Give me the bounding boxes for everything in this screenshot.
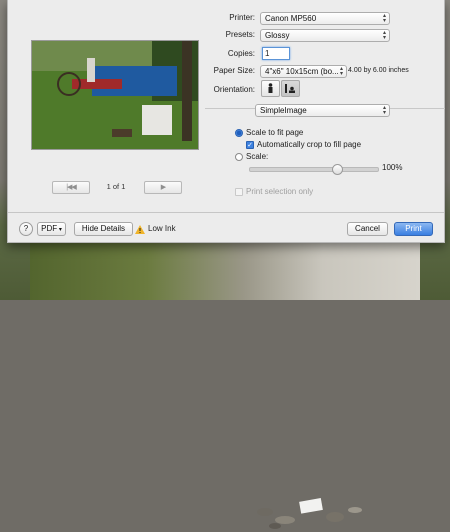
page-count-label: 1 of 1	[106, 182, 126, 191]
scale-slider[interactable]	[249, 164, 379, 175]
printer-label: Printer:	[229, 13, 255, 22]
pdf-menu-button[interactable]: PDF ▾	[37, 222, 66, 236]
popup-arrows-icon: ▴ ▾	[382, 30, 386, 41]
app-options-popup[interactable]: SimpleImage ▴ ▾	[255, 104, 390, 117]
printer-value: Canon MP560	[265, 14, 317, 23]
scale-to-fit-label: Scale to fit page	[246, 128, 304, 137]
first-page-icon: |◀◀	[66, 184, 77, 191]
first-page-button[interactable]: |◀◀	[52, 181, 90, 194]
presets-popup[interactable]: Glossy ▴ ▾	[260, 29, 390, 42]
cancel-button[interactable]: Cancel	[347, 222, 388, 236]
scale-label: Scale:	[246, 152, 269, 161]
print-selection-checkbox	[235, 188, 243, 196]
background-rocks	[257, 498, 362, 529]
pdf-label: PDF	[41, 224, 58, 233]
scale-value: 100%	[382, 163, 403, 172]
preview-photo	[32, 41, 198, 149]
help-button[interactable]: ?	[19, 222, 33, 236]
portrait-icon	[268, 83, 273, 93]
popup-arrows-icon: ▴ ▾	[382, 13, 386, 24]
scale-to-fit-radio[interactable]	[235, 129, 243, 137]
background-photo-visible-strip	[30, 242, 420, 529]
auto-crop-checkbox[interactable]: ✓	[246, 141, 254, 149]
chevron-down-icon: ▾	[57, 227, 62, 233]
printer-popup[interactable]: Canon MP560 ▴ ▾	[260, 12, 390, 25]
print-button[interactable]: Print	[394, 222, 433, 236]
copies-label: Copies:	[227, 49, 255, 58]
portrait-button[interactable]	[261, 80, 280, 97]
low-ink-status: Low Ink	[148, 224, 176, 233]
print-selection-label: Print selection only	[246, 187, 314, 196]
scale-slider-knob[interactable]	[332, 164, 344, 175]
presets-label: Presets:	[225, 30, 255, 39]
print-dialog: |◀◀ 1 of 1 ▶ Printer: Canon MP560 ▴ ▾ Pre…	[7, 0, 445, 243]
print-preview	[31, 40, 199, 150]
warning-icon	[135, 225, 145, 234]
next-page-button[interactable]: ▶	[144, 181, 182, 194]
scale-radio[interactable]	[235, 153, 243, 161]
bottom-divider	[8, 212, 444, 213]
page-navigator: |◀◀ 1 of 1 ▶	[52, 181, 182, 194]
paper-size-value: 4"x6" 10x15cm (bo...	[265, 67, 339, 76]
landscape-button[interactable]	[281, 80, 300, 97]
landscape-icon	[285, 84, 295, 93]
popup-arrows-icon: ▴ ▾	[339, 66, 343, 77]
copies-input[interactable]: 1	[262, 47, 290, 60]
hide-details-button[interactable]: Hide Details	[74, 222, 133, 236]
app-options-value: SimpleImage	[260, 106, 307, 115]
presets-value: Glossy	[265, 31, 290, 40]
popup-arrows-icon: ▴ ▾	[382, 105, 386, 116]
paper-dimensions: 4.00 by 6.00 inches	[348, 67, 409, 74]
paper-size-popup[interactable]: 4"x6" 10x15cm (bo... ▴ ▾	[260, 65, 347, 78]
next-page-icon: ▶	[160, 184, 166, 191]
orientation-label: Orientation:	[213, 85, 255, 94]
auto-crop-label: Automatically crop to fill page	[257, 140, 362, 149]
paper-size-label: Paper Size:	[213, 66, 255, 75]
